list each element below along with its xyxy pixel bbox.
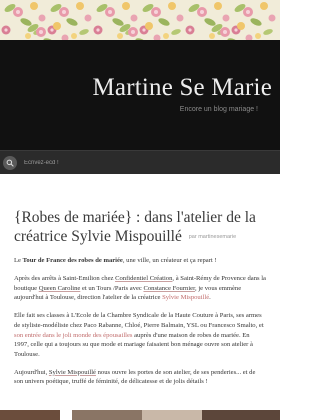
post-text: , une ville, un créateur et ça repart ! (122, 256, 217, 264)
post-photo[interactable] (0, 410, 60, 420)
post-text: Après des arrêts à Saint-Emilion chez (14, 275, 116, 283)
link-constance-fournier[interactable]: Constance Fournier (143, 285, 195, 292)
link-queen-caroline[interactable]: Queen Caroline (39, 285, 81, 292)
site-title[interactable]: Martine Se Marie (92, 74, 272, 102)
post-byline[interactable]: par martinesemarie (189, 234, 236, 240)
floral-pattern-image (0, 0, 280, 40)
post-text-bold: Tour de France des robes de mariée (22, 256, 123, 264)
post-text-highlight: Sylvie Mispouillé (162, 294, 210, 302)
link-sylvie-mispouille[interactable]: Sylvie Mispouillé (49, 369, 96, 376)
search-icon (6, 159, 14, 167)
floral-banner (0, 0, 280, 40)
blog-post: {Robes de mariée} : dans l'atelier de la… (0, 174, 280, 420)
search-input[interactable] (24, 156, 144, 170)
post-body: Le Tour de France des robes de mariée, u… (14, 256, 266, 387)
photo-strip (0, 410, 280, 420)
post-text: et un Tours /Paris avec (80, 284, 144, 292)
post-paragraph: Le Tour de France des robes de mariée, u… (14, 256, 266, 266)
site-header: Martine Se Marie Encore un blog mariage … (0, 40, 280, 150)
search-button[interactable] (3, 156, 17, 170)
post-paragraph: Aujourd'hui, Sylvie Mispouillé nous ouvr… (14, 368, 266, 387)
post-photo[interactable] (202, 410, 280, 420)
link-confidentiel-creation[interactable]: Confidentiel Création (115, 275, 172, 282)
link-epousailles[interactable]: son entrée dans le joli monde des épousa… (14, 332, 132, 339)
post-paragraph: Après des arrêts à Saint-Emilion chez Co… (14, 274, 266, 303)
site-tagline: Encore un blog mariage ! (179, 106, 258, 113)
post-title[interactable]: {Robes de mariée} : dans l'atelier de la… (14, 208, 266, 247)
photo-gap (60, 410, 72, 420)
post-text: . (209, 294, 211, 302)
post-text: Elle fait ses classes à L'Ecole de la Ch… (14, 312, 264, 329)
post-text: Aujourd'hui, (14, 368, 49, 376)
post-photo[interactable] (142, 410, 202, 420)
post-photo[interactable] (72, 410, 142, 420)
post-paragraph: Elle fait ses classes à L'Ecole de la Ch… (14, 311, 266, 359)
post-text: Le (14, 256, 23, 264)
search-bar (0, 150, 280, 174)
